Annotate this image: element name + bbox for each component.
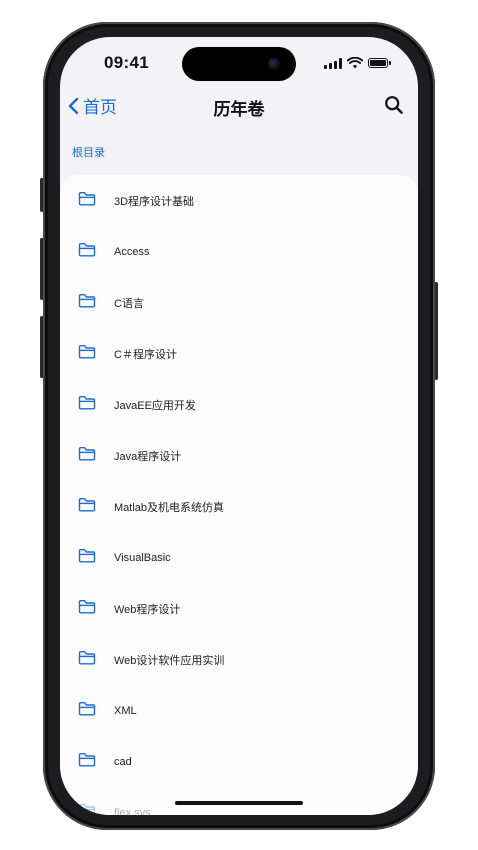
back-button-label: 首页 — [83, 98, 117, 117]
folder-row[interactable]: cad — [60, 736, 418, 787]
breadcrumb-root[interactable]: 根目录 — [72, 144, 105, 160]
status-time: 09:41 — [104, 53, 149, 72]
wifi-icon — [347, 57, 363, 69]
folder-label: C＃程序设计 — [114, 348, 177, 361]
battery-icon — [368, 58, 391, 68]
folder-label: Matlab及机电系统仿真 — [114, 501, 225, 514]
folder-icon — [78, 192, 96, 206]
folder-label: flex sys — [114, 806, 151, 816]
navigation-bar: 首页 历年卷 — [60, 89, 418, 123]
folder-row[interactable]: JavaEE应用开发 — [60, 379, 418, 430]
status-icons — [324, 57, 391, 69]
app-screen: 09:41 首页 历年卷 根目录 3D程序设计基础 Access C语言 C＃程… — [60, 37, 418, 815]
back-button[interactable]: 首页 — [68, 93, 117, 118]
folder-icon — [78, 294, 96, 308]
folder-icon — [78, 804, 96, 815]
folder-icon — [78, 600, 96, 614]
folder-label: VisualBasic — [114, 551, 171, 564]
folder-row[interactable]: 3D程序设计基础 — [60, 175, 418, 226]
folder-label: Web程序设计 — [114, 603, 181, 616]
folder-label: C语言 — [114, 297, 144, 310]
folder-icon — [78, 549, 96, 563]
folder-label: XML — [114, 704, 137, 717]
camera-icon — [268, 58, 280, 70]
folder-icon — [78, 345, 96, 359]
folder-list: 3D程序设计基础 Access C语言 C＃程序设计 JavaEE应用开发 Ja… — [60, 175, 418, 815]
folder-label: Web设计软件应用实训 — [114, 654, 225, 667]
folder-row[interactable]: VisualBasic — [60, 532, 418, 583]
folder-icon — [78, 396, 96, 410]
folder-icon — [78, 702, 96, 716]
folder-icon — [78, 651, 96, 665]
cellular-signal-icon — [324, 57, 342, 69]
folder-row[interactable]: Matlab及机电系统仿真 — [60, 481, 418, 532]
search-icon[interactable] — [384, 95, 404, 115]
folder-row[interactable]: Access — [60, 226, 418, 277]
folder-row[interactable]: C＃程序设计 — [60, 328, 418, 379]
folder-label: cad — [114, 755, 132, 768]
home-indicator[interactable] — [175, 801, 303, 805]
folder-icon — [78, 447, 96, 461]
folder-row[interactable]: Web设计软件应用实训 — [60, 634, 418, 685]
folder-row[interactable]: Web程序设计 — [60, 583, 418, 634]
folder-icon — [78, 243, 96, 257]
folder-icon — [78, 753, 96, 767]
folder-row[interactable]: C语言 — [60, 277, 418, 328]
folder-label: 3D程序设计基础 — [114, 195, 195, 208]
folder-label: Java程序设计 — [114, 450, 182, 463]
folder-row[interactable]: XML — [60, 685, 418, 736]
chevron-left-icon — [68, 97, 79, 114]
folder-icon — [78, 498, 96, 512]
folder-label: JavaEE应用开发 — [114, 399, 196, 412]
dynamic-island — [182, 47, 296, 81]
folder-label: Access — [114, 245, 150, 258]
folder-row[interactable]: Java程序设计 — [60, 430, 418, 481]
